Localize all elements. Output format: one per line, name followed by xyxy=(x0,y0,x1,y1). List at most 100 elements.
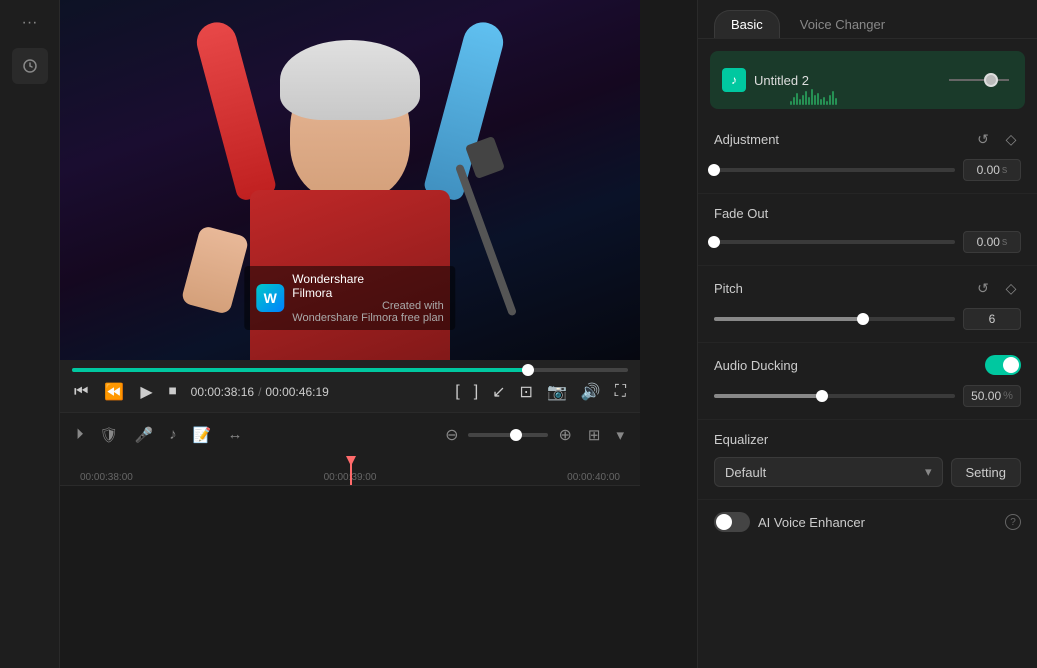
timeline-toolbar: ⏵ 🛡 🎤 ♪ 📝 ↔ ⊖ ⊕ ⊞ ▾ xyxy=(60,412,640,456)
timeline-ruler: 00:00:38:00 00:00:39:00 00:00:40:00 xyxy=(60,456,640,486)
fullscreen-preview-button[interactable]: ⊡ xyxy=(518,380,535,404)
controls-row: ⏮ ⏪ ▶ ⏹ 00:00:38:16 / 00:00:46:19 [ ] ↙ … xyxy=(72,380,628,404)
snapshot-button[interactable]: 📷 xyxy=(545,380,569,404)
tab-basic[interactable]: Basic xyxy=(714,10,780,38)
ai-voice-toggle-thumb xyxy=(716,514,732,530)
audio-ducking-header: Audio Ducking xyxy=(714,355,1021,375)
zoom-in-button[interactable]: ⊕ xyxy=(554,421,575,449)
pitch-value-box[interactable]: 6 xyxy=(963,308,1021,330)
fade-out-unit: s xyxy=(1002,236,1008,248)
total-time: 00:00:46:19 xyxy=(265,385,328,399)
timeline-shield-button[interactable]: 🛡 xyxy=(96,422,123,448)
fade-out-header: Fade Out xyxy=(714,206,1021,221)
audio-ducking-value-box[interactable]: 50.00 % xyxy=(963,385,1021,407)
timeline-mic-button[interactable]: 🎤 xyxy=(131,422,158,448)
fade-out-title: Fade Out xyxy=(714,206,768,221)
fade-out-slider[interactable] xyxy=(714,240,955,244)
tab-bar: Basic Voice Changer xyxy=(698,0,1037,39)
pitch-slider-row: 6 xyxy=(714,308,1021,330)
menu-dots-button[interactable]: ··· xyxy=(16,8,44,38)
ctrl-right: [ ] ↙ ⊡ 📷 🔊 ⛶ xyxy=(453,380,628,404)
equalizer-select[interactable]: Default ▾ xyxy=(714,457,943,487)
timeline-playhead[interactable] xyxy=(350,456,352,485)
fade-out-section: Fade Out 0.00 s xyxy=(698,194,1037,266)
fade-out-slider-row: 0.00 s xyxy=(714,231,1021,253)
volume-button[interactable]: 🔊 xyxy=(579,380,603,404)
audio-ducking-slider-thumb[interactable] xyxy=(816,390,828,402)
adjustment-slider-thumb[interactable] xyxy=(708,164,720,176)
pitch-slider[interactable] xyxy=(714,317,955,321)
watermark-brand: Wondershare xyxy=(292,272,443,286)
timeline-more-button[interactable]: ▾ xyxy=(612,422,628,448)
adjustment-value: 0.00 xyxy=(977,163,1000,177)
equalizer-section: Equalizer Default ▾ Setting xyxy=(698,420,1037,500)
progress-bar[interactable] xyxy=(72,368,628,372)
fade-out-value: 0.00 xyxy=(977,235,1000,249)
timeline-music-button[interactable]: ♪ xyxy=(165,422,181,447)
watermark-subtitle: Created with xyxy=(382,300,444,312)
pitch-slider-thumb[interactable] xyxy=(857,313,869,325)
skip-back-button[interactable]: ⏮ xyxy=(72,381,90,403)
right-panel: Basic Voice Changer ♪ Untitled 2 xyxy=(697,0,1037,668)
equalizer-setting-button[interactable]: Setting xyxy=(951,458,1021,487)
pitch-title: Pitch xyxy=(714,281,743,296)
ruler-mark-3: 00:00:40:00 xyxy=(567,472,620,483)
stop-button[interactable]: ⏹ xyxy=(167,381,179,403)
frame-back-button[interactable]: ⏪ xyxy=(102,380,126,404)
timeline-text-button[interactable]: 📝 xyxy=(189,422,216,448)
fullscreen-button[interactable]: ⛶ xyxy=(613,381,628,403)
progress-thumb[interactable] xyxy=(522,364,534,376)
pitch-reset-icon[interactable]: ↺ xyxy=(973,278,993,298)
mark-out-button[interactable]: ] xyxy=(472,381,480,403)
watermark-plan: Wondershare Filmora free plan xyxy=(292,312,443,324)
adjustment-title: Adjustment xyxy=(714,132,779,147)
watermark: W Wondershare Filmora Created with Wonde… xyxy=(244,266,455,330)
audio-ducking-unit: % xyxy=(1003,390,1013,402)
audio-ducking-slider-filled xyxy=(714,394,822,398)
time-separator: / xyxy=(258,385,261,399)
mark-in-button[interactable]: [ xyxy=(453,381,461,403)
equalizer-title: Equalizer xyxy=(714,432,768,447)
pitch-diamond-icon[interactable]: ◇ xyxy=(1001,278,1021,298)
adjustment-reset-icon[interactable]: ↺ xyxy=(973,129,993,149)
audio-ducking-section: Audio Ducking 50.00 % xyxy=(698,343,1037,420)
grid-button[interactable]: ⊞ xyxy=(584,422,605,448)
sidebar-btn-1[interactable] xyxy=(12,48,48,84)
progress-filled xyxy=(72,368,528,372)
zoom-slider[interactable] xyxy=(468,433,548,437)
adjustment-section: Adjustment ↺ ◇ 0.00 s xyxy=(698,117,1037,194)
watermark-product: Filmora xyxy=(292,286,443,300)
ruler-mark-1: 00:00:38:00 xyxy=(80,472,133,483)
adjustment-header: Adjustment ↺ ◇ xyxy=(714,129,1021,149)
timeline-play-button[interactable]: ⏵ xyxy=(72,422,88,447)
equalizer-row: Default ▾ Setting xyxy=(714,457,1021,487)
audio-ducking-toggle[interactable] xyxy=(985,355,1021,375)
audio-ducking-slider[interactable] xyxy=(714,394,955,398)
ai-voice-row: AI Voice Enhancer ? xyxy=(698,500,1037,544)
play-button[interactable]: ▶ xyxy=(138,380,154,404)
video-preview: W Wondershare Filmora Created with Wonde… xyxy=(60,0,640,360)
track-icon: ♪ xyxy=(722,68,746,92)
zoom-out-button[interactable]: ⊖ xyxy=(441,421,462,449)
pitch-actions: ↺ ◇ xyxy=(973,278,1021,298)
adjustment-slider[interactable] xyxy=(714,168,955,172)
zoom-thumb[interactable] xyxy=(510,429,522,441)
tab-voice-changer[interactable]: Voice Changer xyxy=(784,10,901,38)
fade-out-slider-thumb[interactable] xyxy=(708,236,720,248)
insert-button[interactable]: ↙ xyxy=(490,380,507,404)
adjustment-value-box[interactable]: 0.00 s xyxy=(963,159,1021,181)
ai-voice-help-icon[interactable]: ? xyxy=(1005,514,1021,530)
audio-ducking-toggle-thumb xyxy=(1003,357,1019,373)
equalizer-header: Equalizer xyxy=(714,432,1021,447)
ai-voice-toggle[interactable] xyxy=(714,512,750,532)
current-time: 00:00:38:16 xyxy=(191,385,254,399)
track-waveform xyxy=(790,85,975,105)
time-display: 00:00:38:16 / 00:00:46:19 xyxy=(191,385,329,399)
main-content: W Wondershare Filmora Created with Wonde… xyxy=(60,0,697,668)
audio-ducking-title: Audio Ducking xyxy=(714,358,798,373)
adjustment-unit: s xyxy=(1002,164,1008,176)
fade-out-value-box[interactable]: 0.00 s xyxy=(963,231,1021,253)
pitch-slider-filled xyxy=(714,317,863,321)
timeline-effect-button[interactable]: ↔ xyxy=(223,422,246,447)
adjustment-diamond-icon[interactable]: ◇ xyxy=(1001,129,1021,149)
